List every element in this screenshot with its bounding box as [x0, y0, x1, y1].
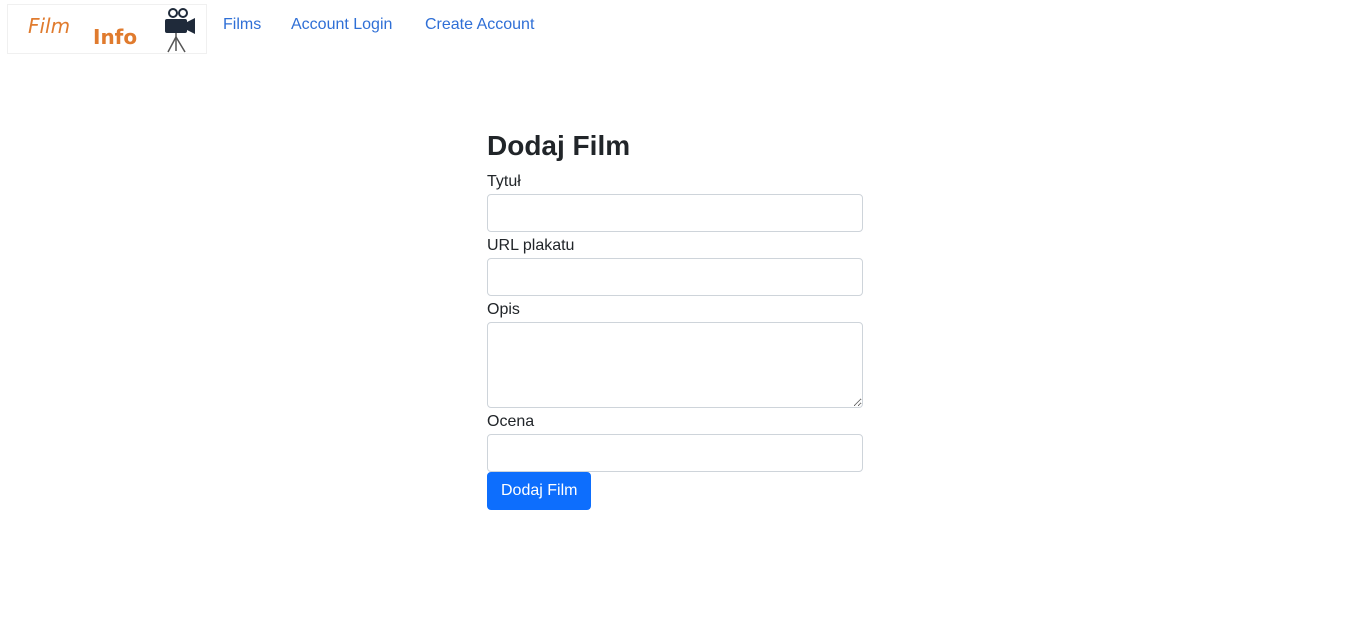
page-title: Dodaj Film: [487, 130, 631, 161]
nav-link-create-account[interactable]: Create Account: [425, 16, 534, 34]
description-textarea[interactable]: [487, 322, 863, 408]
rating-input[interactable]: [487, 434, 863, 472]
add-film-button[interactable]: Dodaj Film: [487, 472, 592, 510]
title-label: Tytuł: [487, 173, 521, 190]
rating-label: Ocena: [487, 413, 535, 430]
add-film-form: Dodaj Film Tytuł URL plakatu Opis Ocena …: [487, 128, 863, 510]
logo-text-film: Film: [28, 14, 71, 38]
description-label: Opis: [487, 301, 520, 318]
brand-logo[interactable]: Film Info: [7, 4, 207, 54]
title-input[interactable]: [487, 194, 863, 232]
navbar: Film Info Films Account Login Create Acc…: [0, 0, 1353, 56]
poster-url-input[interactable]: [487, 258, 863, 296]
nav-link-account-login[interactable]: Account Login: [291, 16, 392, 34]
nav-link-films[interactable]: Films: [223, 16, 261, 34]
poster-url-label: URL plakatu: [487, 237, 575, 254]
movie-camera-icon: [165, 8, 195, 53]
logo-text-info: Info: [93, 25, 138, 49]
